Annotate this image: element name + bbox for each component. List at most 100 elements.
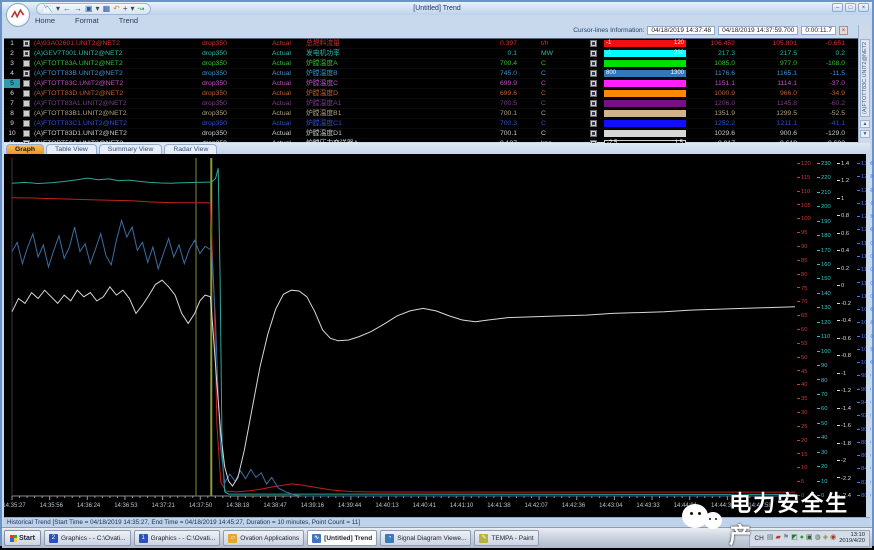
signal-name: (A)FTOTT83C1.UNIT2@NET2 <box>34 119 202 128</box>
row-visibility-checkbox[interactable] <box>23 70 30 77</box>
menu-item-home[interactable]: Home <box>32 16 58 25</box>
maximize-button[interactable]: □ <box>845 3 856 12</box>
close-button[interactable]: × <box>858 3 869 12</box>
tab-table-view[interactable]: Table View <box>46 144 97 154</box>
row-number[interactable]: 3 <box>4 59 20 68</box>
scale-bar[interactable] <box>604 120 686 127</box>
scale-bar[interactable] <box>604 90 686 97</box>
row-visibility-checkbox[interactable] <box>23 110 30 117</box>
cursor-time-2[interactable]: 04/18/2019 14:37:59.700 <box>718 26 798 35</box>
y-tick-label: 25 <box>797 424 807 430</box>
dropdown-caret-icon[interactable]: ▾ <box>56 4 60 14</box>
row-visibility-checkbox[interactable] <box>23 60 30 67</box>
row-visibility-checkbox[interactable] <box>23 40 30 47</box>
back-icon[interactable]: ← <box>63 4 71 14</box>
table-row[interactable]: 9(A)FTOTT83C1.UNIT2@NET2drop350Actual炉膛温… <box>4 119 858 129</box>
table-row[interactable]: 3(A)FTOTT83A.UNIT2@NET2drop350Actual炉膛温度… <box>4 59 858 69</box>
menu-item-trend[interactable]: Trend <box>116 16 141 25</box>
difference-value: 0.2 <box>811 49 858 58</box>
row-number[interactable]: 4 <box>4 69 20 78</box>
x-axis-label: 14:40:13 <box>375 503 398 509</box>
tab-radar-view[interactable]: Radar View <box>164 144 217 154</box>
table-row[interactable]: 6(A)FTOTT83D.UNIT2@NET2drop350Actual炉膛温度… <box>4 89 858 99</box>
row-scale-checkbox[interactable] <box>590 50 597 57</box>
row-scale-checkbox[interactable] <box>590 130 597 137</box>
undo-icon[interactable]: ↶ <box>113 4 120 14</box>
table-row[interactable]: 5(A)FTOTT83C.UNIT2@NET2drop350Actual炉膛温度… <box>4 79 858 89</box>
row-scale-checkbox[interactable] <box>590 90 597 97</box>
scale-bar[interactable] <box>604 100 686 107</box>
row-scale-checkbox[interactable] <box>590 70 597 77</box>
dropdown-caret-icon[interactable]: ▾ <box>96 4 100 14</box>
row-number[interactable]: 10 <box>4 129 20 138</box>
scroll-down-icon[interactable]: ▼ <box>860 130 870 138</box>
taskbar-button[interactable]: ◔Signal Diagram Viewe... <box>380 530 471 546</box>
table-row[interactable]: 10(A)FTOTT83D1.UNIT2@NET2drop350Actual炉膛… <box>4 129 858 139</box>
app-logo-icon[interactable] <box>6 3 30 27</box>
scroll-up-icon[interactable]: ▲ <box>860 120 870 128</box>
taskbar-button[interactable]: ▱Ovation Applications <box>223 530 304 546</box>
row-number[interactable]: 1 <box>4 39 20 48</box>
row-number[interactable]: 2 <box>4 49 20 58</box>
scale-bar[interactable] <box>604 130 686 137</box>
trend-graph[interactable]: 1201151101051009590858075706560555045403… <box>4 154 870 517</box>
cursor-time-1[interactable]: 04/18/2019 14:37:48 <box>647 26 715 35</box>
cursor-bar-close-icon[interactable]: × <box>839 26 848 35</box>
fuel-flow-axis: 1201151101051009590858075706560555045403… <box>797 154 818 517</box>
taskbar-button[interactable]: ∿[Untitled] Trend <box>307 530 377 546</box>
row-visibility-checkbox[interactable] <box>23 90 30 97</box>
grid-icon[interactable]: ▦ <box>103 4 111 14</box>
row-scale-checkbox[interactable] <box>590 80 597 87</box>
y-tick-label: 70 <box>797 299 807 305</box>
difference-value: -60.2 <box>811 99 858 108</box>
scale-bar[interactable]: -1230 <box>604 50 686 57</box>
dropdown-caret-icon[interactable]: ▾ <box>131 4 135 14</box>
row-number[interactable]: 5 <box>4 79 20 88</box>
row-number[interactable]: 6 <box>4 89 20 98</box>
taskbar-button[interactable]: ✎TEMPA - Paint <box>474 530 538 546</box>
table-row[interactable]: 1(A)93A02601.UNIT2@NET2drop350Actual总燃料流… <box>4 39 858 49</box>
row-visibility-checkbox[interactable] <box>23 130 30 137</box>
scale-bar[interactable]: 8001300 <box>604 70 686 77</box>
export-window-icon[interactable]: ▣ <box>85 4 93 14</box>
taskbar-button-icon: ✎ <box>479 534 488 543</box>
add-icon[interactable]: + <box>123 4 128 14</box>
scale-bar[interactable] <box>604 110 686 117</box>
live-trend-icon[interactable]: ↝ <box>138 4 145 14</box>
scale-min: -1 <box>606 49 611 58</box>
row-scale-checkbox[interactable] <box>590 60 597 67</box>
table-row[interactable]: 2(A)GEV7T001.UNIT2@NET2drop350Actual发电机功… <box>4 49 858 59</box>
scale-bar[interactable] <box>604 80 686 87</box>
table-row[interactable]: 8(A)FTOTT83B1.UNIT2@NET2drop350Actual炉膛温… <box>4 109 858 119</box>
row-number[interactable]: 9 <box>4 119 20 128</box>
menu-item-format[interactable]: Format <box>72 16 102 25</box>
row-number[interactable]: 8 <box>4 109 20 118</box>
row-visibility-checkbox[interactable] <box>23 120 30 127</box>
taskbar-button[interactable]: 2Graphics - - C:\Ovati... <box>44 530 131 546</box>
row-visibility-checkbox[interactable] <box>23 100 30 107</box>
chart-type-icon[interactable]: 📉 <box>43 4 53 14</box>
plot-area[interactable] <box>4 154 874 517</box>
minimize-button[interactable]: – <box>832 3 843 12</box>
scale-bar[interactable] <box>604 60 686 67</box>
row-scale-checkbox[interactable] <box>590 120 597 127</box>
row-scale-checkbox[interactable] <box>590 40 597 47</box>
row-visibility-checkbox[interactable] <box>23 50 30 57</box>
x-axis-label: 14:43:04 <box>599 503 622 509</box>
table-row[interactable]: 4(A)FTOTT83B.UNIT2@NET2drop350Actual炉膛温度… <box>4 69 858 79</box>
taskbar-button-label: Ovation Applications <box>240 535 299 542</box>
row-number[interactable]: 7 <box>4 99 20 108</box>
table-row[interactable]: 7(A)FTOTT83A1.UNIT2@NET2drop350Actual炉膛温… <box>4 99 858 109</box>
tab-graph[interactable]: Graph <box>6 144 44 154</box>
taskbar-button[interactable]: 1Graphics - - C:\Ovati... <box>134 530 221 546</box>
signal-status: Actual <box>272 69 306 78</box>
row-scale-checkbox[interactable] <box>590 100 597 107</box>
selected-signal-side-tab[interactable]: (A)FTOTT83C.UNIT2@NET2 <box>860 39 870 117</box>
tab-summary-view[interactable]: Summary View <box>99 144 163 154</box>
forward-icon[interactable]: → <box>74 4 82 14</box>
row-visibility-checkbox[interactable] <box>23 80 30 87</box>
start-button[interactable]: Start <box>4 530 41 546</box>
row-scale-checkbox[interactable] <box>590 110 597 117</box>
y-tick-label: 140 <box>817 291 831 297</box>
scale-bar[interactable]: -1120 <box>604 40 686 47</box>
